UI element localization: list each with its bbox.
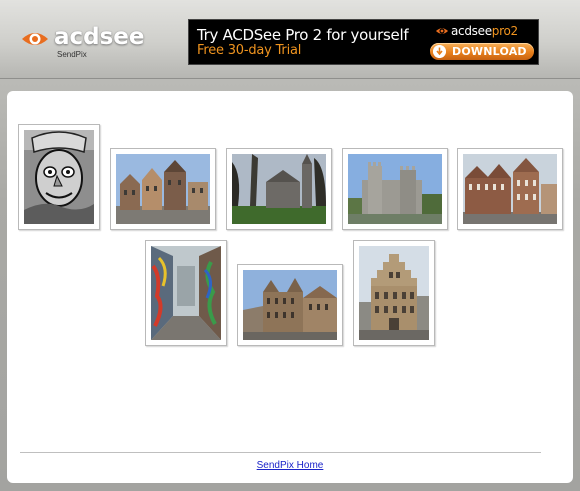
sendpix-home-link[interactable]: SendPix Home (7, 460, 573, 471)
banner-brand-name: acdsee (451, 24, 492, 38)
logo-subtitle: SendPix (57, 50, 87, 59)
banner-headline: Try ACDSee Pro 2 for yourself (197, 26, 409, 44)
logo-wordmark: acdsee (54, 24, 145, 50)
download-arrow-icon (433, 45, 446, 58)
photo-thumbnail-4[interactable] (342, 148, 448, 230)
acdsee-eye-icon (435, 28, 449, 34)
graffiti-alley-photo (151, 246, 221, 340)
photo-thumbnail-3[interactable] (226, 148, 332, 230)
page-header: acdsee SendPix Try ACDSee Pro 2 for your… (0, 0, 580, 79)
graffiti-face-photo (24, 130, 94, 224)
photo-thumbnail-8[interactable] (353, 240, 435, 346)
acdsee-eye-icon (22, 33, 48, 45)
town-square-photo (116, 154, 210, 224)
stone-castle-photo (348, 154, 442, 224)
footer-divider (20, 452, 541, 453)
acdsee-logo[interactable]: acdsee SendPix (20, 24, 145, 63)
ornate-facade-photo (243, 270, 337, 340)
download-button-label: DOWNLOAD (452, 45, 527, 58)
gallery-panel: SendPix Home (7, 91, 573, 483)
photo-thumbnail-6[interactable] (145, 240, 227, 346)
brick-gabled-photo (463, 154, 557, 224)
church-park-photo (232, 154, 326, 224)
stepped-gable-photo (359, 246, 429, 340)
banner-brand-pro: pro2 (491, 24, 518, 38)
photo-thumbnail-7[interactable] (237, 264, 343, 346)
photo-thumbnail-2[interactable] (110, 148, 216, 230)
download-button[interactable]: DOWNLOAD (430, 43, 534, 60)
banner-brand-logo: acdseepro2 (435, 24, 535, 40)
photo-thumbnail-5[interactable] (457, 148, 563, 230)
banner-brand-text: acdseepro2 (451, 24, 518, 38)
ad-banner[interactable]: Try ACDSee Pro 2 for yourself Free 30-da… (188, 19, 539, 65)
photo-thumbnail-1[interactable] (18, 124, 100, 230)
banner-subline: Free 30-day Trial (197, 43, 302, 58)
